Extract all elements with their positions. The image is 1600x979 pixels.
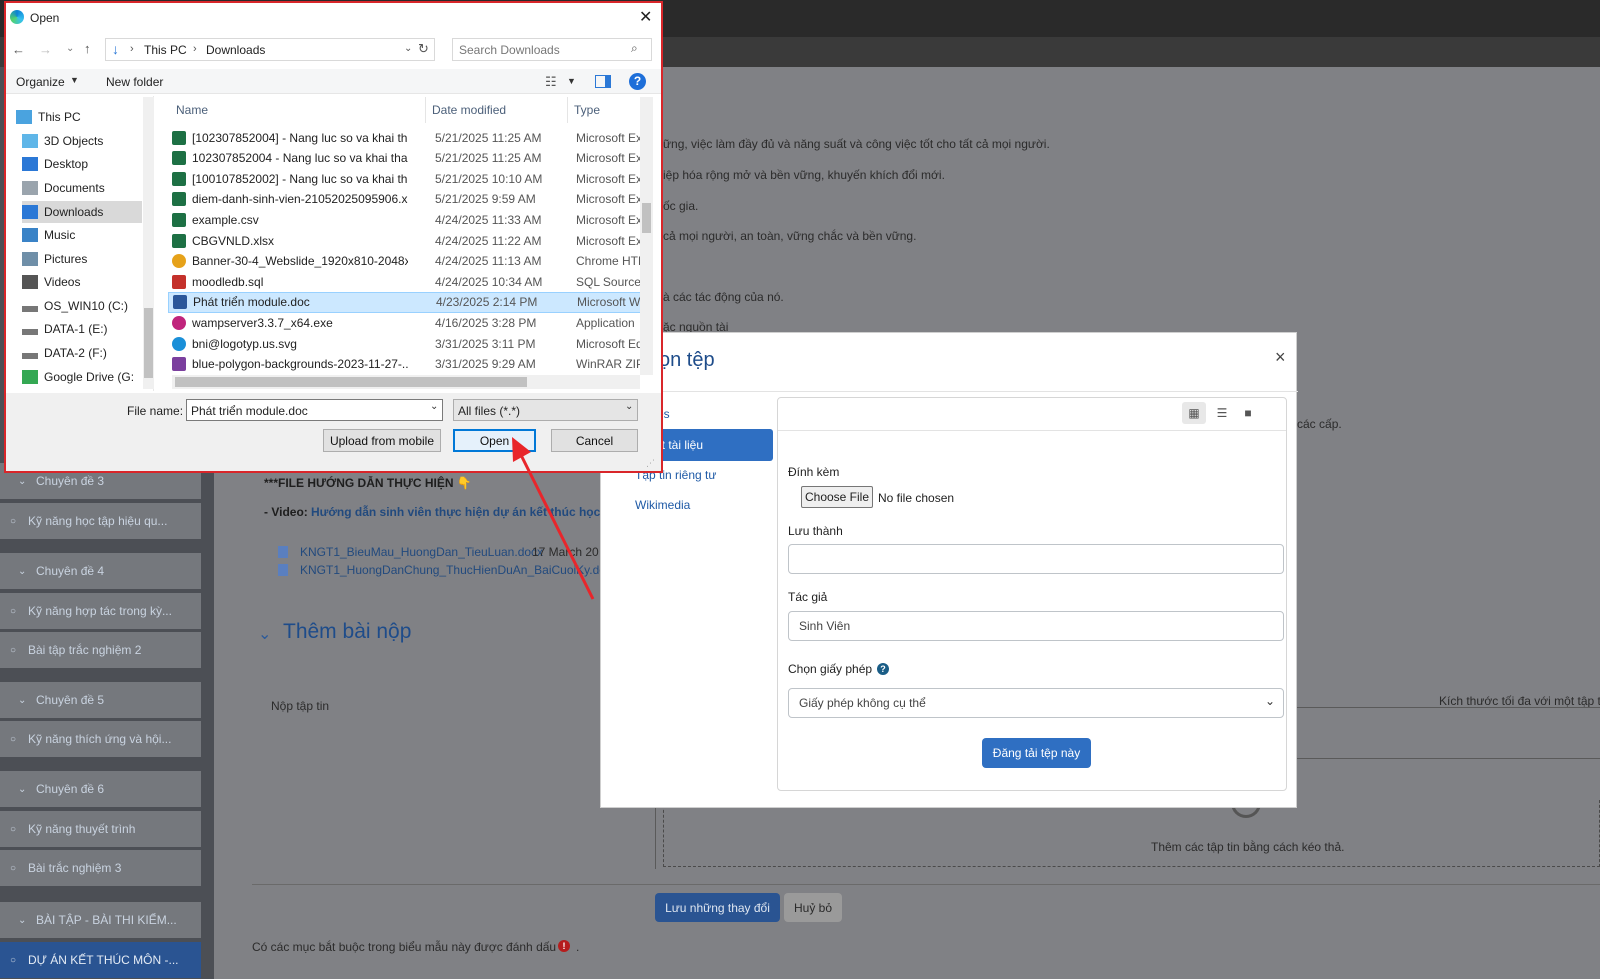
annotation-arrow — [512, 437, 595, 600]
arrow-shaft — [519, 454, 595, 600]
